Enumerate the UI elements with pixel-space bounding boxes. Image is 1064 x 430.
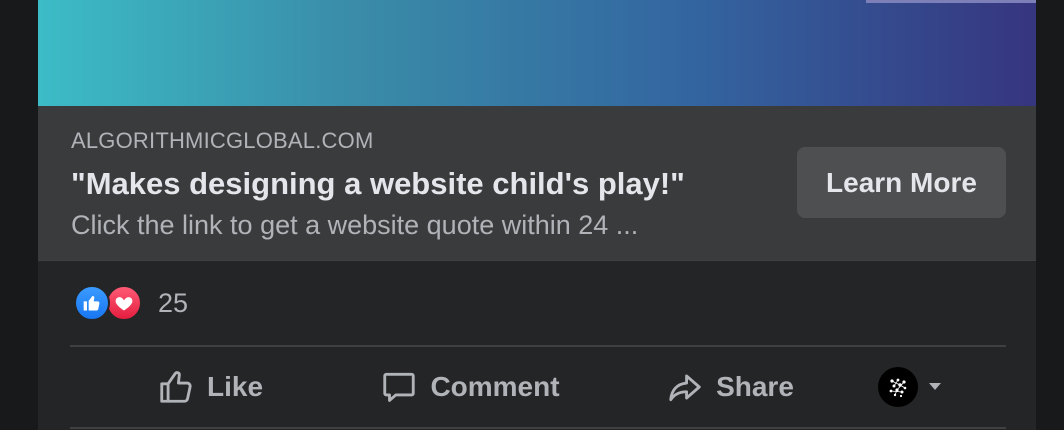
love-reaction-icon: [106, 285, 142, 321]
link-headline: "Makes designing a website child's play!…: [71, 166, 685, 201]
link-domain: ALGORITHMICGLOBAL.COM: [71, 128, 374, 153]
action-bar: Like Comment Share: [70, 347, 1006, 427]
caret-down-icon: [929, 383, 941, 390]
thumbs-up-icon: [160, 371, 192, 403]
link-preview[interactable]: ALGORITHMICGLOBAL.COM "Makes designing a…: [38, 106, 1036, 260]
share-button[interactable]: Share: [590, 349, 840, 425]
divider: [70, 427, 1006, 429]
comment-label: Comment: [430, 371, 560, 402]
avatar: [878, 367, 918, 407]
share-arrow-icon: [669, 374, 701, 402]
post-as-selector[interactable]: [878, 367, 942, 407]
like-label: Like: [206, 371, 264, 402]
brand-logo-icon: [889, 378, 907, 398]
reaction-count: 25: [158, 287, 189, 318]
like-button[interactable]: Like: [70, 349, 310, 425]
comment-icon: [383, 372, 416, 402]
share-label: Share: [716, 371, 794, 402]
comment-button[interactable]: Comment: [310, 349, 590, 425]
post-card: ALGORITHMICGLOBAL.COM "Makes designing a…: [38, 0, 1036, 430]
learn-more-button[interactable]: Learn More: [797, 147, 1006, 218]
image-overlay-edge: [866, 0, 1036, 3]
reactions-summary[interactable]: 25: [74, 284, 188, 322]
divider: [38, 260, 1036, 261]
like-reaction-icon: [74, 285, 110, 321]
link-description: Click the link to get a website quote wi…: [71, 210, 639, 240]
ad-image[interactable]: [38, 0, 1036, 106]
